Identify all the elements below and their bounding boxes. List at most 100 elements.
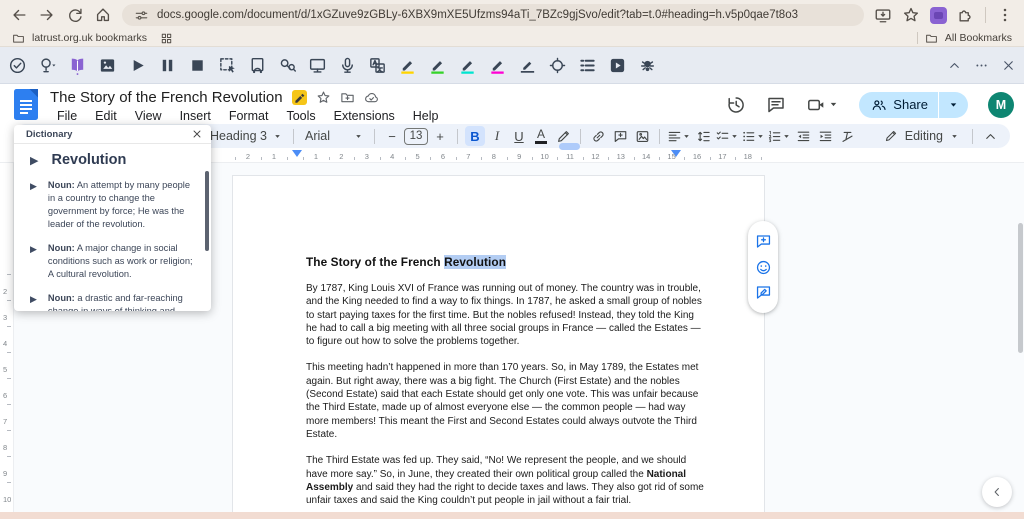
paragraph-style-selector[interactable]: Heading 3: [206, 129, 286, 143]
screenshot-reader-icon[interactable]: [218, 56, 237, 75]
apps-grid-icon[interactable]: [160, 32, 173, 45]
bold-button[interactable]: B: [465, 126, 485, 146]
version-history-icon[interactable]: [726, 95, 746, 115]
insert-image-button[interactable]: [632, 126, 652, 146]
prediction-icon[interactable]: [38, 56, 57, 75]
clear-formatting-button[interactable]: [837, 126, 857, 146]
marker-extension-badge-icon[interactable]: [291, 90, 307, 105]
home-icon[interactable]: [94, 6, 112, 24]
add-comment-side-button[interactable]: [755, 233, 772, 250]
dictionary-icon[interactable]: [68, 56, 87, 75]
back-icon[interactable]: [10, 6, 28, 24]
emoji-reaction-button[interactable]: [755, 259, 772, 276]
numbered-list-button[interactable]: [767, 126, 791, 146]
talk-and-type-icon[interactable]: [338, 56, 357, 75]
send-to-device-icon[interactable]: [874, 6, 892, 24]
readwrite-extension-icon[interactable]: [930, 6, 947, 24]
speak-definition-icon[interactable]: [30, 294, 37, 311]
move-to-folder-icon[interactable]: [340, 90, 355, 105]
font-family-selector[interactable]: Arial: [301, 129, 367, 143]
stop-icon[interactable]: [188, 56, 207, 75]
bookmark-star-icon[interactable]: [902, 6, 920, 24]
underline-button[interactable]: U: [509, 126, 529, 146]
docs-logo-icon[interactable]: [14, 89, 38, 120]
hide-side-panel-button[interactable]: [982, 477, 1012, 507]
extensions-puzzle-icon[interactable]: [957, 6, 975, 24]
font-size-input[interactable]: 13: [404, 127, 428, 145]
pause-icon[interactable]: [158, 56, 177, 75]
docs-header: The Story of the French Revolution File E…: [0, 84, 1024, 123]
decrease-indent-button[interactable]: [793, 126, 813, 146]
menu-view[interactable]: View: [128, 109, 169, 123]
document-title[interactable]: The Story of the French Revolution: [50, 89, 283, 106]
picture-dictionary-icon[interactable]: [98, 56, 117, 75]
play-icon[interactable]: [128, 56, 147, 75]
add-comment-button[interactable]: [610, 126, 630, 146]
highlighter-cyan-icon[interactable]: [458, 56, 477, 75]
check-circle-icon[interactable]: [8, 56, 27, 75]
increase-font-size-button[interactable]: +: [430, 126, 450, 146]
site-settings-icon[interactable]: [134, 8, 149, 23]
menu-tools[interactable]: Tools: [279, 109, 322, 123]
document-status-cloud-icon[interactable]: [364, 90, 379, 105]
toolbar-more-icon[interactable]: [974, 58, 989, 73]
dictionary-header[interactable]: Dictionary: [14, 125, 211, 144]
web-search-icon[interactable]: [278, 56, 297, 75]
reload-icon[interactable]: [66, 6, 84, 24]
clear-highlights-icon[interactable]: [518, 56, 537, 75]
browser-menu-icon[interactable]: [996, 6, 1014, 24]
speak-definition-icon[interactable]: [30, 181, 37, 231]
collect-highlights-icon[interactable]: [548, 56, 567, 75]
dictionary-definitions: Noun: An attempt by many people in a cou…: [30, 179, 197, 311]
left-indent-marker[interactable]: [292, 150, 302, 157]
speak-word-icon[interactable]: [30, 154, 38, 167]
bookmarks-folder-label[interactable]: latrust.org.uk bookmarks: [32, 32, 147, 44]
italic-button[interactable]: I: [487, 126, 507, 146]
video-note-icon[interactable]: [608, 56, 627, 75]
speak-definition-icon[interactable]: [30, 244, 37, 281]
address-bar[interactable]: docs.google.com/document/d/1xGZuve9zGBLy…: [122, 4, 864, 26]
collapse-toolbar-icon[interactable]: [947, 58, 962, 73]
menu-insert[interactable]: Insert: [173, 109, 218, 123]
dictionary-scrollbar-thumb[interactable]: [205, 171, 209, 251]
meet-button[interactable]: [806, 95, 839, 115]
menu-extensions[interactable]: Extensions: [327, 109, 402, 123]
audio-maker-icon[interactable]: [248, 56, 267, 75]
increase-indent-button[interactable]: [815, 126, 835, 146]
practice-icon[interactable]: [638, 56, 657, 75]
meet-caret-icon: [828, 99, 839, 110]
editing-mode-button[interactable]: Editing: [878, 129, 965, 143]
menu-format[interactable]: Format: [222, 109, 276, 123]
vocabulary-list-icon[interactable]: [578, 56, 597, 75]
menu-file[interactable]: File: [50, 109, 84, 123]
bulleted-list-button[interactable]: [741, 126, 765, 146]
star-document-icon[interactable]: [316, 90, 331, 105]
checklist-button[interactable]: [715, 126, 739, 146]
all-bookmarks-label[interactable]: All Bookmarks: [945, 32, 1012, 44]
screen-mask-icon[interactable]: [308, 56, 327, 75]
toolbar-close-icon[interactable]: [1001, 58, 1016, 73]
highlighter-green-icon[interactable]: [428, 56, 447, 75]
screen: docs.google.com/document/d/1xGZuve9zGBLy…: [0, 0, 1024, 519]
menu-edit[interactable]: Edit: [88, 109, 124, 123]
insert-link-button[interactable]: [588, 126, 608, 146]
hide-menus-button[interactable]: [980, 126, 1000, 146]
share-button[interactable]: Share: [859, 91, 968, 118]
document-scrollbar-thumb[interactable]: [1018, 223, 1023, 353]
comments-icon[interactable]: [766, 95, 786, 115]
highlighter-pink-icon[interactable]: [488, 56, 507, 75]
account-avatar[interactable]: M: [988, 91, 1014, 118]
decrease-font-size-button[interactable]: −: [382, 126, 402, 146]
document-page[interactable]: The Story of the French Revolution By 17…: [232, 175, 765, 519]
suggest-edits-button[interactable]: [755, 284, 772, 301]
ruler-tab-stop[interactable]: [559, 143, 580, 150]
forward-icon[interactable]: [38, 6, 56, 24]
line-spacing-button[interactable]: [693, 126, 713, 146]
highlighter-yellow-icon[interactable]: [398, 56, 417, 75]
align-button[interactable]: [667, 126, 691, 146]
dictionary-close-icon[interactable]: [191, 128, 203, 140]
text-color-button[interactable]: A: [531, 126, 551, 146]
menu-help[interactable]: Help: [406, 109, 446, 123]
translator-icon[interactable]: [368, 56, 387, 75]
share-caret-icon[interactable]: [939, 99, 968, 111]
